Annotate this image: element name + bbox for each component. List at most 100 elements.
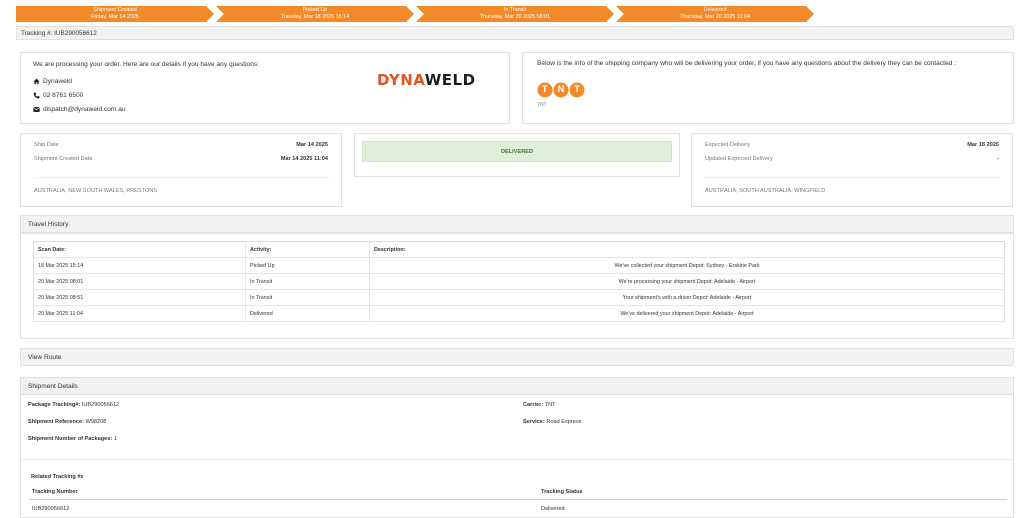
activity: In Transit bbox=[245, 273, 370, 290]
travel-history-panel: Scan Date: Activity: Description: 18 Mar… bbox=[20, 233, 1014, 339]
divider bbox=[704, 177, 1000, 178]
travel-history-table: Scan Date: Activity: Description: 18 Mar… bbox=[33, 241, 1005, 322]
shipment-reference-value: W98208 bbox=[85, 419, 107, 425]
table-header-row: Scan Date: Activity: Description: bbox=[33, 241, 1005, 258]
company-email[interactable]: dispatch@dynaweld.com.au bbox=[43, 106, 126, 113]
activity: Delivered bbox=[245, 305, 370, 322]
company-name-row: Dynaweld bbox=[33, 78, 72, 85]
packages-count-label: Shipment Number of Packages: bbox=[28, 436, 113, 442]
home-icon bbox=[33, 78, 40, 85]
description: We've delivered your shipment Depot: Ade… bbox=[369, 305, 1005, 322]
tnt-logo-letters: TNT bbox=[537, 84, 585, 94]
scan-date: 20 Mar 2025 08:01 bbox=[33, 273, 246, 290]
table-row: 20 Mar 2025 11:04 Delivered We've delive… bbox=[33, 305, 1005, 322]
carrier-label: Carrier: bbox=[523, 402, 544, 408]
divider bbox=[33, 177, 329, 178]
tracking-number-bar: Tracking #: IUB290056612 bbox=[16, 26, 1014, 40]
tnt-letter: N bbox=[557, 84, 565, 94]
view-route-header[interactable]: View Route bbox=[20, 348, 1014, 366]
step-date: Tuesday, Mar 18 2025 15:14 bbox=[280, 14, 350, 20]
step-in-transit: In Transit Thursday, Mar 20 2025 08:01 bbox=[416, 6, 614, 22]
col-tracking-number: Tracking Number bbox=[32, 489, 78, 495]
activity: In Transit bbox=[245, 289, 370, 306]
step-title: Shipment Created bbox=[93, 7, 137, 13]
divider bbox=[21, 459, 1013, 460]
description: We've collected your shipment Depot: Syd… bbox=[369, 257, 1005, 274]
col-description: Description: bbox=[369, 241, 1005, 258]
packages-count-row: Shipment Number of Packages: 1 bbox=[28, 436, 117, 442]
step-title: In Transit bbox=[503, 7, 527, 13]
carrier-intro: Below is the info of the shipping compan… bbox=[537, 60, 956, 67]
col-scan-date: Scan Date: bbox=[33, 241, 246, 258]
step-title: Delivered bbox=[703, 7, 727, 13]
table-row: IUB290056612 Delivered bbox=[29, 503, 1007, 515]
package-tracking-row: Package Tracking#: IUB290056612 bbox=[28, 402, 119, 408]
tnt-logo: TNT TNT bbox=[537, 81, 585, 108]
activity: Picked Up bbox=[245, 257, 370, 274]
step-delivered: Delivered Thursday, Mar 20 2025 11:04 bbox=[616, 6, 814, 22]
service-label: Service: bbox=[523, 419, 545, 425]
step-title: Picked Up bbox=[302, 7, 328, 13]
phone-icon bbox=[33, 92, 40, 99]
shipment-reference-label: Shipment Reference: bbox=[28, 419, 84, 425]
tnt-letter: T bbox=[542, 84, 548, 94]
company-name: Dynaweld bbox=[43, 78, 72, 85]
table-row: 20 Mar 2025 08:01 In Transit We're proce… bbox=[33, 273, 1005, 290]
scan-date: 18 Mar 2025 15:14 bbox=[33, 257, 246, 274]
progress-steps: Shipment Created Friday, Mar 14 2025 Pic… bbox=[16, 6, 816, 22]
package-tracking-value: IUB290056612 bbox=[81, 402, 120, 408]
col-tracking-status: Tracking Status bbox=[541, 489, 583, 495]
expected-value: Mar 18 2025 bbox=[967, 142, 999, 148]
related-tracking-title: Related Tracking #s bbox=[31, 474, 84, 480]
company-panel: We are processing your order. Here are o… bbox=[20, 52, 510, 124]
step-date: Thursday, Mar 20 2025 08:01 bbox=[479, 14, 551, 20]
description: Your shipment's with a driver Depot: Ade… bbox=[369, 289, 1005, 306]
table-row: 20 Mar 2025 08:51 In Transit Your shipme… bbox=[33, 289, 1005, 306]
status-panel: DELIVERED bbox=[354, 133, 680, 177]
ship-date-label: Ship Date bbox=[34, 142, 59, 148]
step-date: Thursday, Mar 20 2025 11:04 bbox=[680, 14, 750, 20]
expected-label: Expected Delivery bbox=[705, 142, 751, 148]
shipment-reference-row: Shipment Reference: W98208 bbox=[28, 419, 106, 425]
updated-expected-label: Updated Expected Delivery bbox=[705, 156, 773, 162]
dynaweld-logo: DYNAWELD bbox=[377, 71, 476, 89]
travel-history-header[interactable]: Travel History bbox=[20, 215, 1014, 233]
step-picked-up: Picked Up Tuesday, Mar 18 2025 15:14 bbox=[216, 6, 414, 22]
related-tracking-header: Tracking Number Tracking Status bbox=[29, 486, 1007, 500]
scan-date: 20 Mar 2025 08:51 bbox=[33, 289, 246, 306]
package-tracking-label: Package Tracking#: bbox=[28, 402, 81, 408]
created-date-label: Shipment Created Date bbox=[34, 156, 93, 162]
packages-count-value: 1 bbox=[113, 436, 117, 442]
ship-date-value: Mar 14 2025 bbox=[296, 142, 328, 148]
scan-date: 20 Mar 2025 11:04 bbox=[33, 305, 246, 322]
related-tracking-status: Delivered bbox=[541, 506, 565, 512]
related-tracking-number[interactable]: IUB290056612 bbox=[32, 506, 69, 512]
company-intro: We are processing your order. Here are o… bbox=[33, 61, 260, 68]
expected-delivery-panel: Expected Delivery Mar 18 2025 Updated Ex… bbox=[691, 133, 1013, 207]
step-date: Friday, Mar 14 2025 bbox=[91, 14, 139, 20]
company-phone: 02 8761 6500 bbox=[43, 92, 84, 99]
shipment-details-header[interactable]: Shipment Details bbox=[20, 377, 1014, 395]
service-row: Service: Road Express bbox=[523, 419, 581, 425]
carrier-panel: Below is the info of the shipping compan… bbox=[522, 52, 1014, 124]
company-phone-row: 02 8761 6500 bbox=[33, 92, 83, 99]
table-row: 18 Mar 2025 15:14 Picked Up We've collec… bbox=[33, 257, 1005, 274]
step-shipment-created: Shipment Created Friday, Mar 14 2025 bbox=[16, 6, 214, 22]
description: We're processing your shipment Depot: Ad… bbox=[369, 273, 1005, 290]
service-value: Road Express bbox=[546, 419, 582, 425]
origin-address: AUSTRALIA, NEW SOUTH WALES, PRESTONS bbox=[34, 188, 158, 194]
ship-info-panel: Ship Date Mar 14 2025 Shipment Created D… bbox=[20, 133, 342, 207]
logo-text-weld: WELD bbox=[424, 71, 476, 89]
delivered-status-badge: DELIVERED bbox=[362, 141, 672, 162]
company-email-row[interactable]: dispatch@dynaweld.com.au bbox=[33, 106, 126, 113]
updated-expected-value: - bbox=[997, 156, 999, 162]
tnt-letter: T bbox=[574, 84, 580, 94]
envelope-icon bbox=[33, 107, 40, 112]
carrier-value: TNT bbox=[544, 402, 556, 408]
logo-text-dyna: DYNA bbox=[377, 71, 425, 89]
created-date-value: Mar 14 2025 11:04 bbox=[280, 156, 328, 162]
destination-address: AUSTRALIA, SOUTH AUSTRALIA, WINGFIELD bbox=[705, 188, 826, 194]
col-activity: Activity: bbox=[245, 241, 370, 258]
shipment-details-panel: Package Tracking#: IUB290056612 Shipment… bbox=[20, 395, 1014, 518]
tnt-logo-caption: TNT bbox=[537, 102, 547, 108]
